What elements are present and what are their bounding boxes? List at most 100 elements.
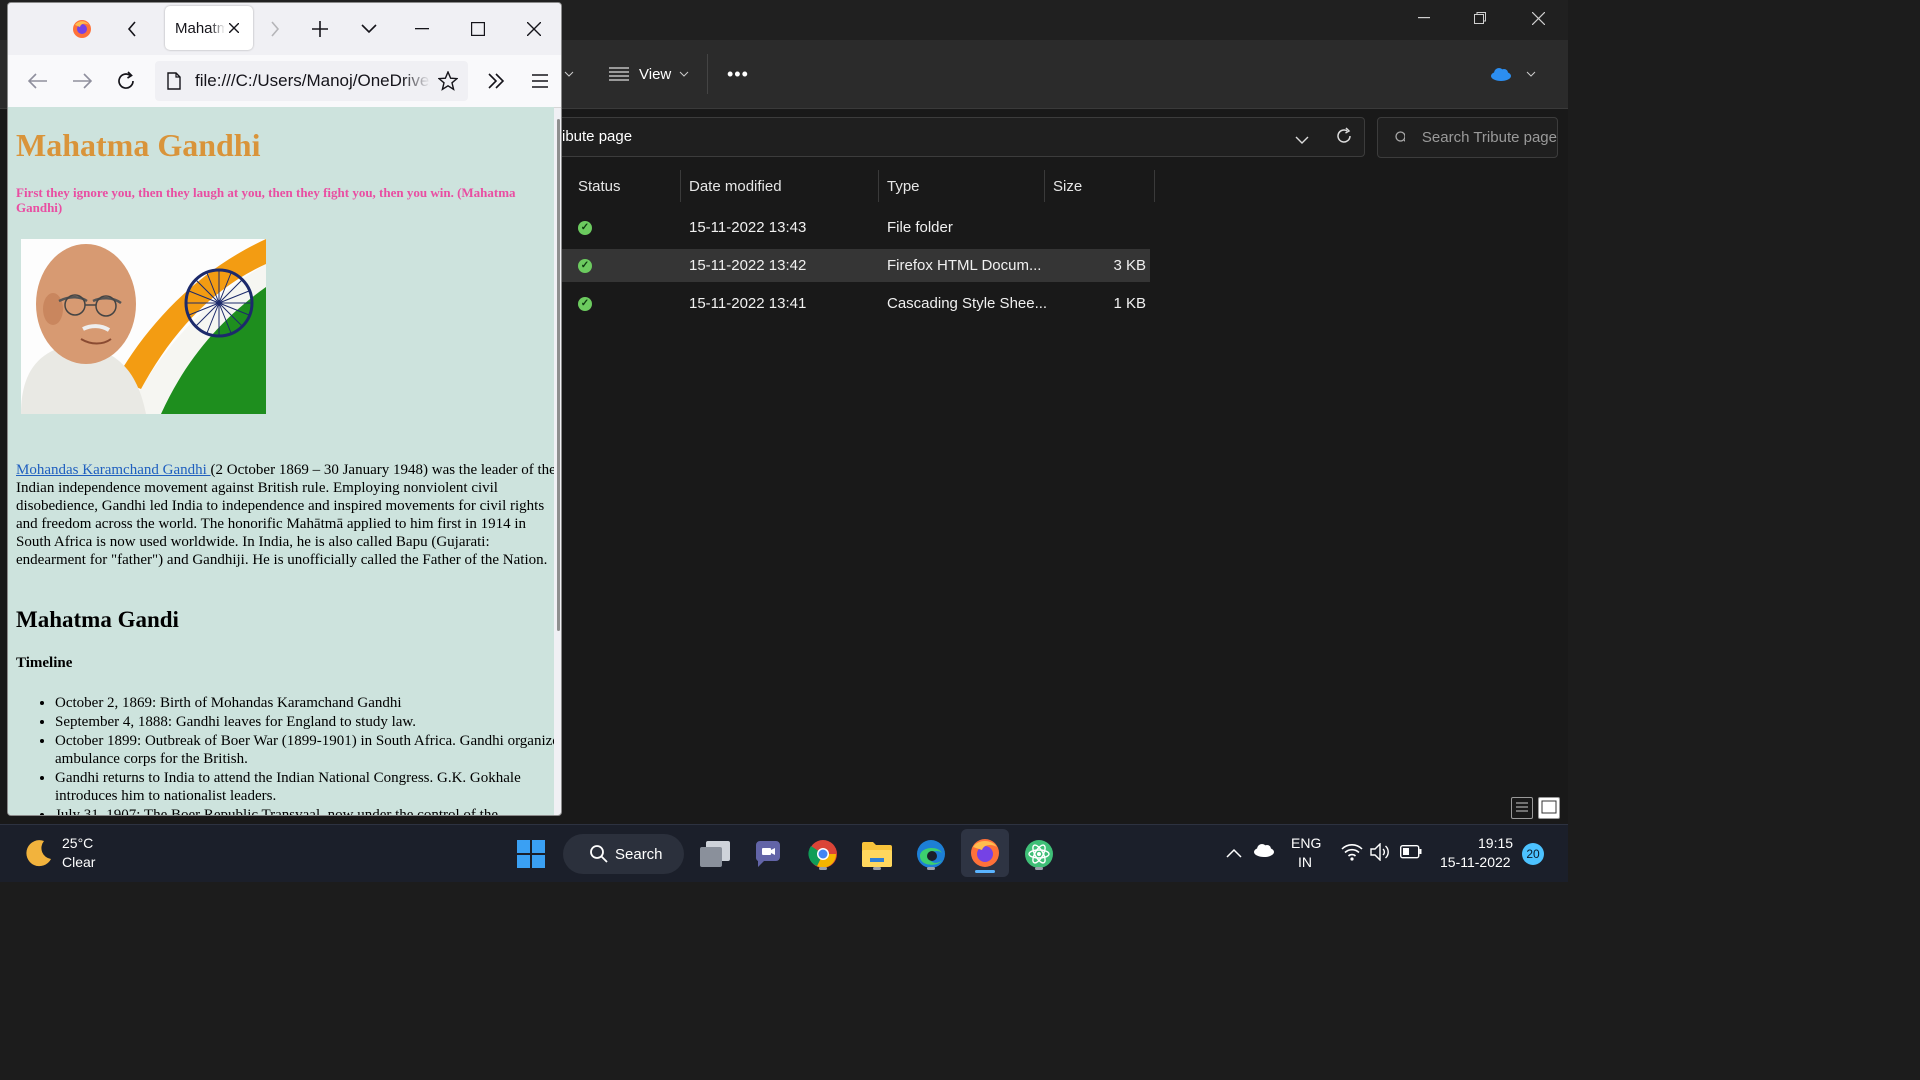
bookmark-star-icon xyxy=(438,71,458,91)
file-row[interactable]: ✓ 15-11-2022 13:43 File folder xyxy=(562,211,1150,244)
column-type[interactable]: Type xyxy=(879,170,1045,202)
tiles-view-icon xyxy=(1541,800,1557,814)
back-button[interactable] xyxy=(24,67,52,95)
moon-icon xyxy=(26,840,51,867)
volume-icon[interactable] xyxy=(1370,842,1390,866)
row-date: 15-11-2022 13:42 xyxy=(689,257,807,274)
list-all-tabs-button[interactable] xyxy=(355,15,383,43)
close-window-button[interactable] xyxy=(520,15,548,43)
close-icon xyxy=(527,22,541,36)
biography-paragraph: Mohandas Karamchand Gandhi (2 October 18… xyxy=(16,461,554,569)
restore-button[interactable] xyxy=(1451,0,1509,36)
battery-icon[interactable] xyxy=(1399,844,1422,864)
row-date: 15-11-2022 13:41 xyxy=(689,295,807,312)
clock-time[interactable]: 19:15 xyxy=(1478,835,1513,851)
chevron-down-icon xyxy=(1295,136,1309,144)
firefox-app-button[interactable] xyxy=(961,829,1009,877)
explorer-search-box[interactable]: Search Tribute page xyxy=(1377,117,1558,158)
hamburger-menu-icon xyxy=(532,74,548,88)
chevron-up-icon xyxy=(1226,848,1242,858)
column-size[interactable]: Size xyxy=(1045,170,1155,202)
tab-mahatma-gandhi[interactable]: Mahatma Gandhi xyxy=(165,6,253,50)
onedrive-tray-icon[interactable] xyxy=(1253,843,1275,862)
maximize-button[interactable] xyxy=(464,15,492,43)
page-quote: First they ignore you, then they laugh a… xyxy=(16,185,516,215)
tiles-view-button[interactable] xyxy=(1538,797,1560,819)
close-icon xyxy=(1531,11,1545,25)
wikipedia-link[interactable]: Mohandas Karamchand Gandhi xyxy=(16,462,211,478)
close-tab-icon xyxy=(229,23,239,33)
refresh-button[interactable] xyxy=(1335,127,1353,150)
timeline-item: October 1899: Outbreak of Boer War (1899… xyxy=(55,732,554,768)
arrow-left-icon xyxy=(28,73,47,89)
minimize-button[interactable] xyxy=(1395,0,1453,36)
firefox-logo-icon xyxy=(73,20,91,38)
forward-button[interactable] xyxy=(68,67,96,95)
wifi-icon[interactable] xyxy=(1341,843,1363,866)
minimize-icon xyxy=(415,28,429,30)
close-button[interactable] xyxy=(1509,0,1567,36)
notification-badge[interactable]: 20 xyxy=(1522,843,1544,865)
start-button[interactable] xyxy=(511,834,551,874)
chevrons-right-icon xyxy=(488,73,505,89)
onedrive-cloud-icon xyxy=(1491,68,1511,81)
page-content: Mahatma Gandhi First they ignore you, th… xyxy=(8,107,554,815)
address-path: ibute page xyxy=(562,128,633,145)
onedrive-button[interactable] xyxy=(1490,40,1536,108)
file-row[interactable]: ✓ 15-11-2022 13:42 Firefox HTML Docum...… xyxy=(562,249,1150,282)
language-top[interactable]: ENG xyxy=(1291,835,1321,851)
task-view-icon xyxy=(700,841,730,867)
firefox-window: Mahatma Gandhi xyxy=(7,2,562,816)
plus-icon xyxy=(312,21,328,37)
chrome-app-button[interactable] xyxy=(803,834,843,874)
atom-icon xyxy=(1025,840,1053,868)
chevron-right-icon xyxy=(271,21,280,37)
arrow-right-icon xyxy=(73,73,92,89)
cloud-icon xyxy=(1254,844,1274,857)
page-scrollbar[interactable] xyxy=(557,119,560,631)
file-explorer-app-button[interactable] xyxy=(857,834,897,874)
gandhi-image xyxy=(21,239,266,414)
refresh-icon xyxy=(1337,127,1351,143)
windows-logo-icon xyxy=(517,840,545,868)
teams-chat-button[interactable] xyxy=(748,834,788,874)
url-bar[interactable]: file:///C:/Users/Manoj/OneDrive/Desktop/… xyxy=(155,61,468,101)
file-row[interactable]: ✓ 15-11-2022 13:41 Cascading Style Shee.… xyxy=(562,287,1150,320)
running-indicator xyxy=(819,867,827,870)
more-options-button[interactable]: ••• xyxy=(727,40,749,108)
running-indicator xyxy=(927,867,935,870)
scroll-tabs-right-button[interactable] xyxy=(264,15,286,43)
more-tools-button[interactable] xyxy=(482,67,510,95)
timeline-item: Gandhi returns to India to attend the In… xyxy=(55,769,554,805)
details-view-button[interactable] xyxy=(1511,797,1533,819)
list-all-tabs-back-button[interactable] xyxy=(118,15,146,43)
taskbar-search[interactable]: Search xyxy=(563,834,684,874)
new-tab-button[interactable] xyxy=(306,15,334,43)
timeline-heading: Timeline xyxy=(16,655,73,671)
minimize-button[interactable] xyxy=(408,15,436,43)
app-menu-button[interactable] xyxy=(526,67,554,95)
chrome-icon xyxy=(808,840,837,868)
atom-app-button[interactable] xyxy=(1019,834,1059,874)
edge-app-button[interactable] xyxy=(911,834,951,874)
page-title: Mahatma Gandhi xyxy=(16,127,261,163)
sort-dropdown-chevron[interactable] xyxy=(564,40,574,108)
chevron-down-icon xyxy=(361,24,377,34)
reload-button[interactable] xyxy=(112,67,140,95)
address-history-button[interactable] xyxy=(1295,131,1309,149)
weather-widget[interactable] xyxy=(22,837,54,874)
active-indicator xyxy=(975,870,995,873)
firefox-view-button[interactable] xyxy=(70,17,94,41)
explorer-address-bar[interactable]: ibute page xyxy=(562,117,1365,157)
show-hidden-icons-button[interactable] xyxy=(1226,845,1242,863)
task-view-button[interactable] xyxy=(695,834,735,874)
sync-ok-icon: ✓ xyxy=(578,296,592,311)
timeline-item: July 31, 1907: The Boer Republic Transva… xyxy=(55,806,554,815)
reload-icon xyxy=(118,71,134,89)
view-button[interactable]: View xyxy=(609,40,689,108)
maximize-icon xyxy=(471,22,485,36)
clock-date[interactable]: 15-11-2022 xyxy=(1440,854,1511,870)
language-bottom[interactable]: IN xyxy=(1298,854,1312,870)
column-status[interactable]: Status xyxy=(570,170,681,202)
column-date-modified[interactable]: Date modified xyxy=(681,170,879,202)
